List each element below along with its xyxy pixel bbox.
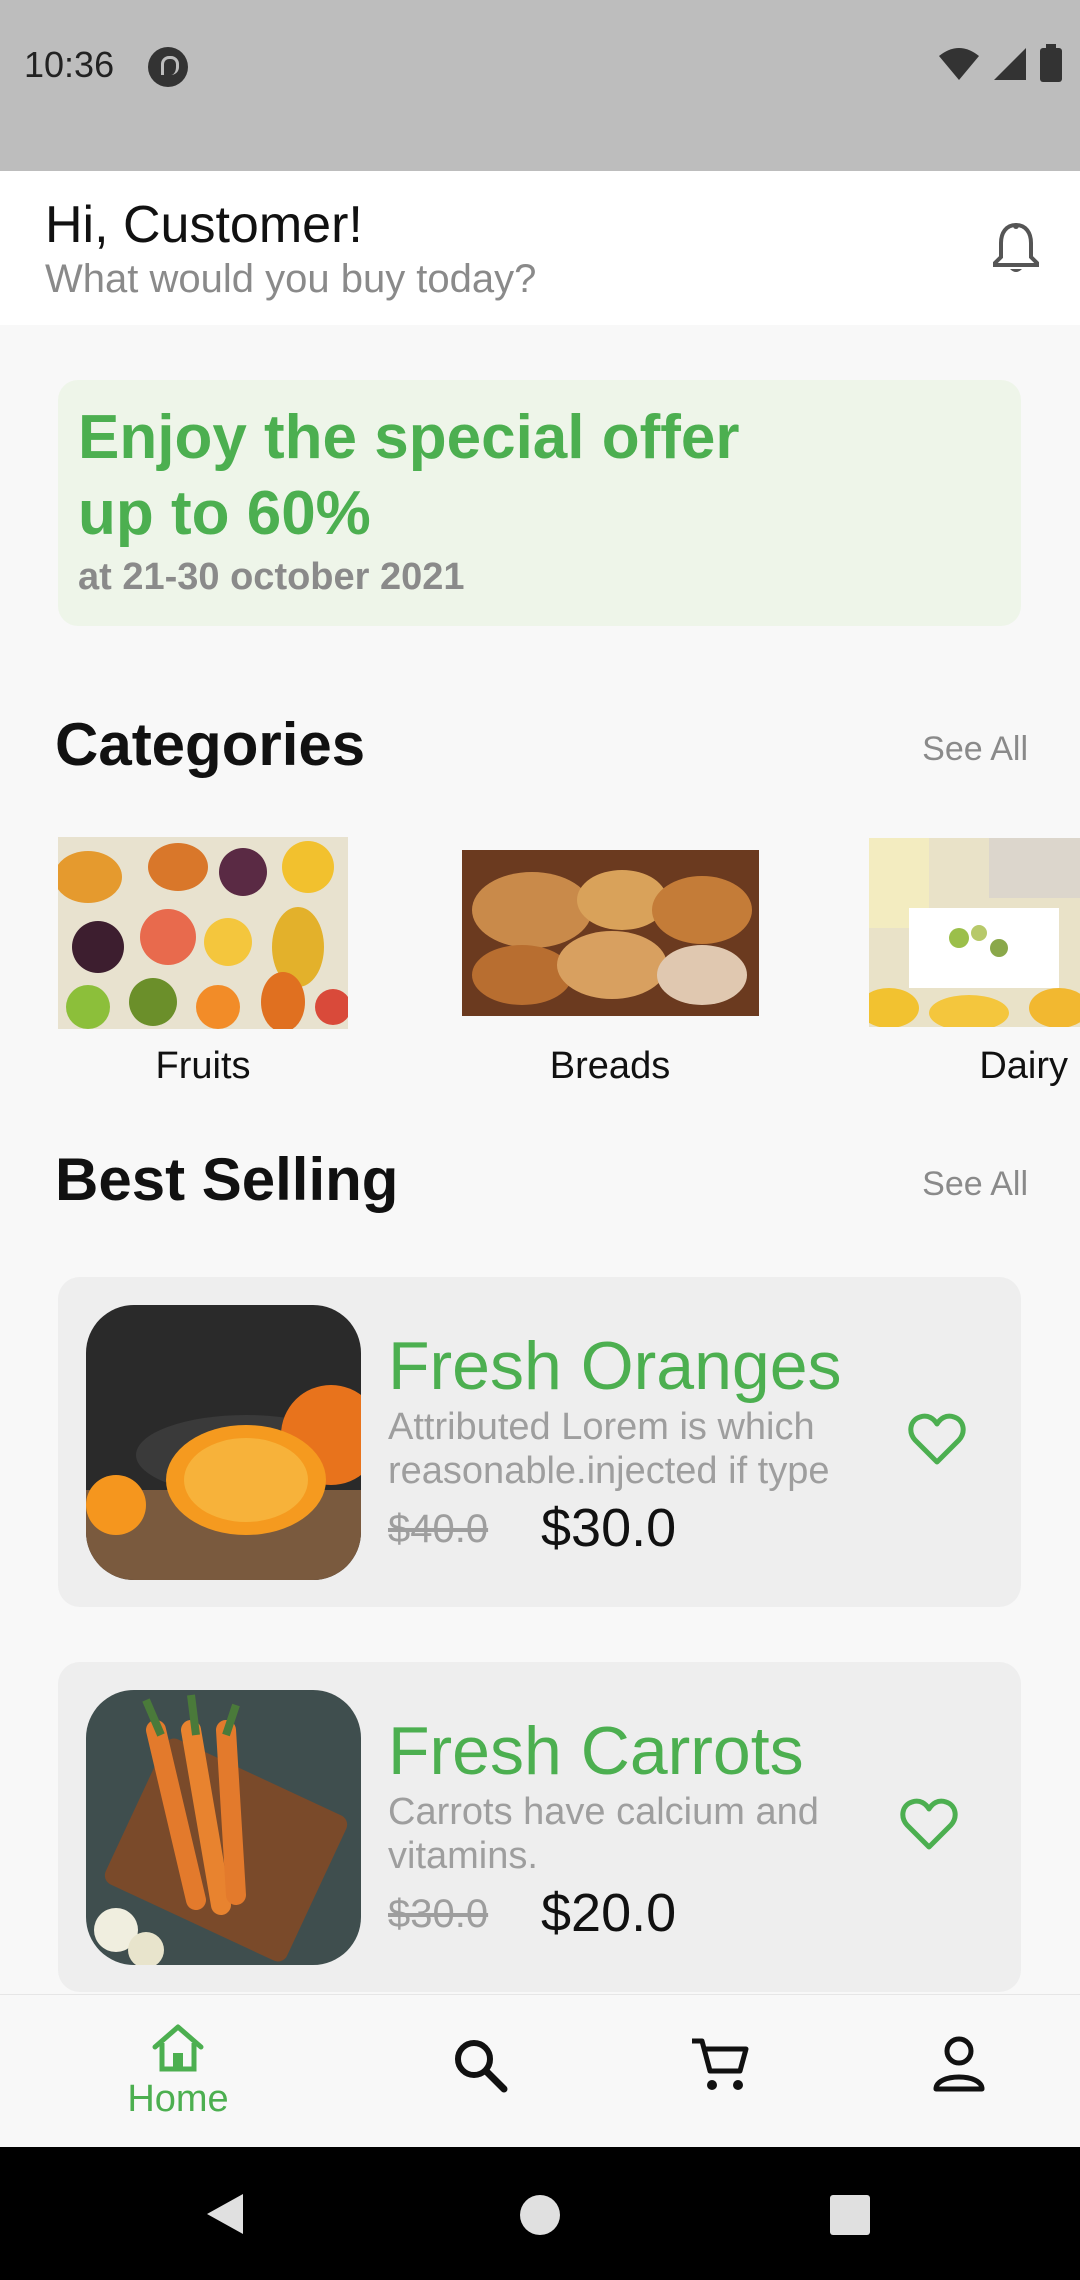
promo-banner[interactable]: Enjoy the special offer up to 60% at 21-… [58, 380, 1021, 626]
header: Hi, Customer! What would you buy today? [0, 171, 1080, 325]
product-description-line2: reasonable.injected if type [388, 1450, 830, 1492]
recents-icon[interactable] [829, 2194, 871, 2236]
product-description: Attributed Lorem is which reasonable.inj… [388, 1405, 858, 1493]
category-image-breads[interactable] [462, 850, 759, 1016]
product-description: Carrots have calcium and vitamins. [388, 1790, 858, 1878]
category-image-dairy[interactable] [869, 838, 1080, 1027]
home-circle-icon[interactable] [519, 2194, 561, 2236]
promo-title-line1: Enjoy the special offer [78, 403, 740, 472]
promo-date: at 21-30 october 2021 [78, 556, 465, 598]
product-card[interactable]: Fresh Carrots Carrots have calcium and v… [58, 1662, 1021, 1992]
greeting-text: Hi, Customer! [45, 196, 363, 254]
best-selling-title: Best Selling [55, 1146, 399, 1213]
product-image-oranges [86, 1305, 361, 1580]
cart-icon[interactable] [690, 2035, 750, 2093]
category-image-fruits[interactable] [58, 837, 348, 1029]
product-card[interactable]: Fresh Oranges Attributed Lorem is which … [58, 1277, 1021, 1607]
category-label-breads[interactable]: Breads [460, 1045, 760, 1088]
product-price: $20.0 [541, 1883, 677, 1943]
favorite-heart-icon[interactable] [908, 1412, 966, 1466]
app-notification-icon [148, 47, 188, 87]
signal-icon [994, 48, 1026, 80]
home-icon [152, 2024, 204, 2072]
category-label-fruits[interactable]: Fruits [53, 1045, 353, 1088]
subtitle-text: What would you buy today? [45, 257, 537, 301]
categories-see-all[interactable]: See All [922, 730, 1028, 769]
product-name: Fresh Oranges [388, 1328, 842, 1404]
bell-icon[interactable] [992, 221, 1040, 275]
promo-title: Enjoy the special offer up to 60% [78, 400, 740, 552]
promo-title-line2: up to 60% [78, 479, 371, 548]
favorite-heart-icon[interactable] [900, 1797, 958, 1851]
status-bar: 10:36 [0, 0, 1080, 171]
product-old-price: $30.0 [388, 1892, 489, 1936]
back-icon[interactable] [205, 2192, 245, 2236]
bottom-navigation: Home [0, 1994, 1080, 2148]
status-icons [938, 44, 1062, 82]
nav-home-label: Home [127, 2078, 229, 2120]
wifi-icon [939, 48, 979, 80]
product-description-line1: Carrots have calcium and [388, 1791, 819, 1833]
product-price: $30.0 [541, 1498, 677, 1558]
product-description-line1: Attributed Lorem is which [388, 1406, 815, 1448]
system-navigation-bar [0, 2147, 1080, 2280]
product-image-carrots [86, 1690, 361, 1965]
battery-icon [1040, 44, 1062, 82]
status-time: 10:36 [24, 44, 115, 85]
category-label-dairy[interactable]: Dairy [868, 1045, 1068, 1088]
product-name: Fresh Carrots [388, 1713, 804, 1789]
nav-home[interactable]: Home [118, 2023, 238, 2121]
best-selling-see-all[interactable]: See All [922, 1165, 1028, 1204]
profile-icon[interactable] [932, 2035, 986, 2093]
categories-title: Categories [55, 711, 366, 778]
product-description-line2: vitamins. [388, 1835, 538, 1877]
search-icon[interactable] [452, 2037, 508, 2093]
product-old-price: $40.0 [388, 1507, 489, 1551]
